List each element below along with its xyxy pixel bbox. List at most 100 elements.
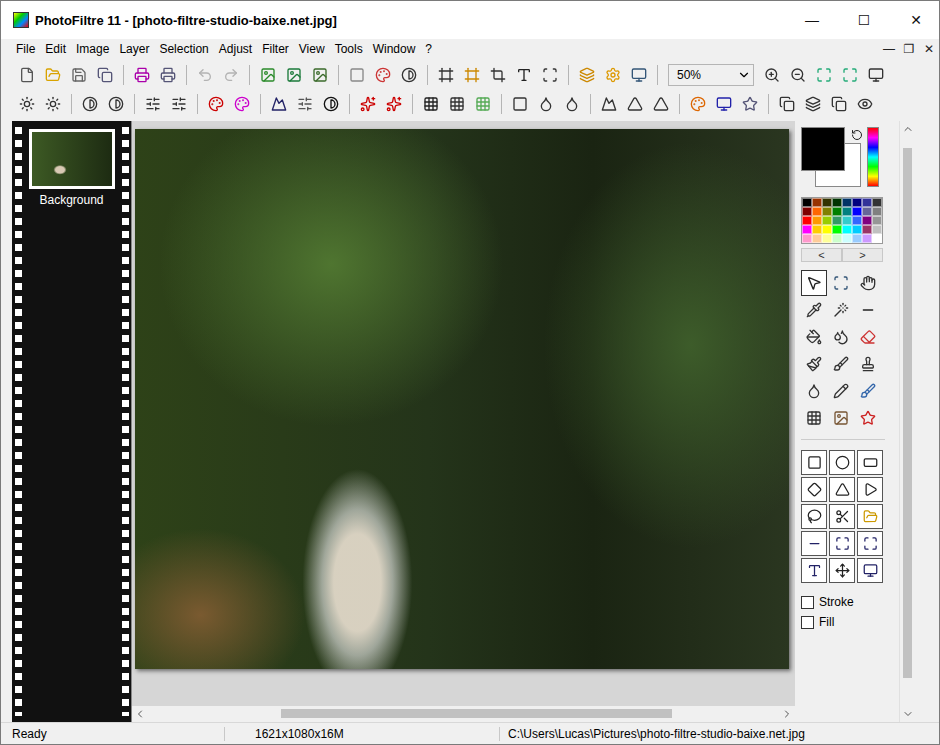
tool-button[interactable] <box>828 297 854 323</box>
option-checkbox[interactable]: Fill <box>801 615 899 629</box>
toolbar-button[interactable] <box>419 92 443 116</box>
toolbar-button[interactable] <box>801 92 825 116</box>
toolbar-button[interactable] <box>812 63 836 87</box>
palette-swatch[interactable] <box>842 216 852 225</box>
menu-item[interactable]: Filter <box>257 40 294 58</box>
shape-button[interactable] <box>829 531 855 556</box>
palette-swatch[interactable] <box>862 225 872 234</box>
toolbar-button[interactable] <box>293 92 317 116</box>
toolbar-button[interactable] <box>356 92 380 116</box>
palette-swatch[interactable] <box>812 234 822 243</box>
toolbar-button[interactable] <box>534 92 558 116</box>
zoom-select[interactable]: 50% <box>668 64 754 86</box>
tool-button[interactable] <box>855 378 881 404</box>
palette-swatch[interactable] <box>822 198 832 207</box>
toolbar-button[interactable] <box>15 63 39 87</box>
toolbar-button[interactable] <box>538 63 562 87</box>
shape-button[interactable] <box>801 531 827 556</box>
toolbar-button[interactable] <box>67 63 91 87</box>
document-control[interactable]: ✕ <box>919 42 939 56</box>
palette-swatch[interactable] <box>832 207 842 216</box>
toolbar-button[interactable] <box>434 63 458 87</box>
tool-button[interactable] <box>828 270 854 296</box>
palette-swatch[interactable] <box>822 234 832 243</box>
swap-colors-icon[interactable] <box>851 129 863 141</box>
toolbar-button[interactable] <box>471 92 495 116</box>
toolbar-button[interactable] <box>864 63 888 87</box>
vertical-scrollbar[interactable] <box>899 121 915 722</box>
tool-button[interactable] <box>828 405 854 431</box>
toolbar-button[interactable] <box>371 63 395 87</box>
toolbar-button[interactable] <box>838 63 862 87</box>
palette-swatch[interactable] <box>852 198 862 207</box>
palette-swatch[interactable] <box>842 234 852 243</box>
scroll-thumb[interactable] <box>281 709 672 718</box>
tool-button[interactable] <box>855 297 881 323</box>
toolbar-button[interactable] <box>78 92 102 116</box>
menu-item[interactable]: Window <box>368 40 421 58</box>
palette-swatch[interactable] <box>822 225 832 234</box>
toolbar-button[interactable] <box>686 92 710 116</box>
toolbar-button[interactable] <box>627 63 651 87</box>
palette-swatch[interactable] <box>872 225 882 234</box>
palette-swatch[interactable] <box>842 198 852 207</box>
tool-button[interactable] <box>828 351 854 377</box>
color-spectrum[interactable] <box>867 127 879 187</box>
tool-button[interactable] <box>801 378 827 404</box>
shape-button[interactable] <box>801 450 827 475</box>
palette-swatch[interactable] <box>872 234 882 243</box>
palette-swatch[interactable] <box>862 234 872 243</box>
toolbar-button[interactable] <box>41 63 65 87</box>
toolbar-button[interactable] <box>512 63 536 87</box>
menu-item[interactable]: Selection <box>154 40 213 58</box>
shape-button[interactable] <box>829 477 855 502</box>
shape-button[interactable] <box>857 531 883 556</box>
palette-swatch[interactable] <box>872 207 882 216</box>
toolbar-button[interactable] <box>15 92 39 116</box>
tool-button[interactable] <box>855 351 881 377</box>
palette-swatch[interactable] <box>822 207 832 216</box>
menu-item[interactable]: ? <box>420 40 437 58</box>
toolbar-button[interactable] <box>775 92 799 116</box>
palette-swatch[interactable] <box>802 216 812 225</box>
toolbar-button[interactable] <box>397 63 421 87</box>
toolbar-button[interactable] <box>786 63 810 87</box>
toolbar-button[interactable] <box>853 92 877 116</box>
menu-item[interactable]: File <box>11 40 40 58</box>
palette-swatch[interactable] <box>852 207 862 216</box>
shape-button[interactable] <box>801 504 827 529</box>
palette-swatch[interactable] <box>862 216 872 225</box>
toolbar-button[interactable] <box>93 63 117 87</box>
palette-swatch[interactable] <box>852 234 862 243</box>
option-checkbox[interactable]: Stroke <box>801 595 899 609</box>
toolbar-button[interactable] <box>256 63 280 87</box>
toolbar-button[interactable] <box>167 92 191 116</box>
shape-button[interactable] <box>857 504 883 529</box>
menu-item[interactable]: View <box>294 40 330 58</box>
shape-button[interactable] <box>801 477 827 502</box>
window-control[interactable]: ✕ <box>893 1 939 39</box>
palette-swatch[interactable] <box>802 234 812 243</box>
redo-button[interactable] <box>219 63 243 87</box>
palette-swatch[interactable] <box>812 207 822 216</box>
palette-swatch[interactable] <box>842 225 852 234</box>
shape-button[interactable] <box>829 450 855 475</box>
toolbar-button[interactable] <box>649 92 673 116</box>
checkbox[interactable] <box>801 596 814 609</box>
tool-button[interactable] <box>801 297 827 323</box>
palette-swatch[interactable] <box>812 225 822 234</box>
toolbar-button[interactable] <box>445 92 469 116</box>
tool-button[interactable] <box>855 405 881 431</box>
tool-button[interactable] <box>855 270 881 296</box>
tool-button[interactable] <box>828 324 854 350</box>
toolbar-button[interactable] <box>345 63 369 87</box>
toolbar-button[interactable] <box>597 92 621 116</box>
window-control[interactable]: — <box>789 1 835 39</box>
toolbar-button[interactable] <box>760 63 784 87</box>
palette-nav-button[interactable]: > <box>842 248 883 262</box>
shape-button[interactable] <box>857 450 883 475</box>
scroll-thumb[interactable] <box>903 148 912 677</box>
layer-thumbnail[interactable] <box>29 129 115 189</box>
document-control[interactable]: ❐ <box>899 42 919 56</box>
palette-swatch[interactable] <box>872 216 882 225</box>
